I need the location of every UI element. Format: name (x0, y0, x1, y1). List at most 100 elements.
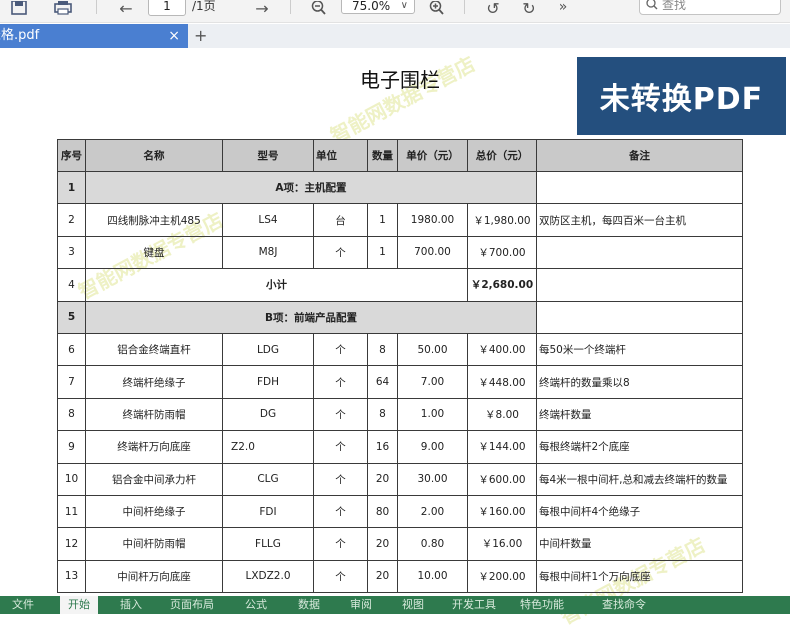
cell-note: 每根终端杆2个底座 (536, 430, 743, 464)
ribbon-tab-view[interactable]: 视图 (402, 596, 424, 614)
subtotal-value: ￥2,680.00 (467, 268, 537, 302)
cell-unit: 个 (313, 462, 368, 496)
table-row: 1 A项：主机配置 (57, 170, 743, 205)
cell-model: FDI (222, 494, 314, 529)
section-label: B项：前端产品配置 (85, 300, 537, 334)
next-page-icon[interactable]: → (250, 0, 274, 18)
new-tab-button[interactable]: + (194, 24, 207, 48)
more-tools-icon[interactable]: » (552, 0, 574, 15)
ribbon-tab-features[interactable]: 特色功能 (520, 596, 564, 614)
table-row: 11 中间杆绝缘子 FDI 个 80 2.00 ￥160.00 每根中间杆4个绝… (57, 494, 743, 529)
previous-page-icon[interactable]: ← (114, 0, 138, 18)
table-row: 4 小计 ￥2,680.00 (57, 268, 743, 302)
cell-name: 中间杆万向底座 (85, 559, 223, 594)
cell-unit: 个 (313, 397, 368, 432)
cell-no: 2 (57, 203, 86, 237)
cell-no: 3 (57, 235, 86, 270)
cell-price: 7.00 (397, 365, 468, 399)
search-input[interactable]: 查找 (639, 0, 781, 15)
price-table: 序号 名称 型号 单位 数量 单价（元） 总价（元） 备注 1 A项：主机配置 … (57, 139, 743, 594)
cell-note: 双防区主机，每四百米一台主机 (536, 203, 743, 237)
ribbon-tab-formula[interactable]: 公式 (245, 596, 267, 614)
table-header-row: 序号 名称 型号 单位 数量 单价（元） 总价（元） 备注 (57, 139, 743, 172)
column-header: 单位 (313, 139, 368, 172)
ribbon-tab-layout[interactable]: 页面布局 (170, 596, 214, 614)
cell-note: 每4米一根中间杆,总和减去终端杆的数量 (536, 462, 743, 496)
cell-note (536, 268, 743, 302)
ribbon-tab-review[interactable]: 审阅 (350, 596, 372, 614)
cell-model: M8J (222, 235, 314, 270)
cell-name: 终端杆万向底座 (85, 430, 223, 464)
cell-name: 终端杆防雨帽 (85, 397, 223, 432)
cell-model: CLG (222, 462, 314, 496)
cell-no: 4 (57, 268, 86, 302)
toolbar-divider (290, 0, 291, 14)
cell-name: 中间杆绝缘子 (85, 494, 223, 529)
cell-total: ￥600.00 (467, 462, 537, 496)
print-icon[interactable] (50, 0, 76, 16)
ribbon-tab-insert[interactable]: 插入 (120, 596, 142, 614)
cell-model: LS4 (222, 203, 314, 237)
toolbar: ← 1 /1页 → 75.0% ∨ ↺ ↻ » 查找 (0, 0, 790, 23)
cell-qty: 1 (367, 203, 398, 237)
column-header: 总价（元） (467, 139, 537, 172)
cell-model: Z2.0 (222, 430, 314, 464)
unconverted-pdf-banner[interactable]: 未转换PDF (577, 57, 786, 135)
cell-price: 10.00 (397, 559, 468, 594)
cell-unit: 个 (313, 430, 368, 464)
cell-note: 每根中间杆4个绝缘子 (536, 494, 743, 529)
column-header: 序号 (57, 139, 86, 172)
tab-document[interactable]: 表格.pdf × (0, 24, 188, 48)
cell-no: 1 (57, 170, 86, 205)
cell-name: 键盘 (85, 235, 223, 270)
ribbon-tab-data[interactable]: 数据 (298, 596, 320, 614)
cell-total: ￥16.00 (467, 527, 537, 561)
cell-no: 8 (57, 397, 86, 432)
save-icon[interactable] (8, 0, 30, 16)
page-number-input[interactable]: 1 (148, 0, 186, 16)
cell-no: 9 (57, 430, 86, 464)
zoom-out-icon[interactable] (308, 0, 330, 16)
cell-unit: 个 (313, 332, 368, 367)
cell-total: ￥160.00 (467, 494, 537, 529)
column-header: 单价（元） (397, 139, 468, 172)
cell-name: 中间杆防雨帽 (85, 527, 223, 561)
cell-qty: 16 (367, 430, 398, 464)
zoom-in-icon[interactable] (426, 0, 448, 16)
cell-price: 2.00 (397, 494, 468, 529)
close-icon[interactable]: × (168, 24, 180, 48)
ribbon-tab-home[interactable]: 开始 (60, 596, 98, 614)
cell-qty: 1 (367, 235, 398, 270)
cell-note (536, 170, 743, 205)
rotate-left-icon[interactable]: ↺ (482, 0, 504, 18)
ribbon-tab-file[interactable]: 文件 (12, 596, 34, 614)
toolbar-divider (464, 0, 465, 14)
cell-total: ￥400.00 (467, 332, 537, 367)
cell-name: 终端杆绝缘子 (85, 365, 223, 399)
table-row: 10 铝合金中间承力杆 CLG 个 20 30.00 ￥600.00 每4米一根… (57, 462, 743, 496)
zoom-select[interactable]: 75.0% ∨ (341, 0, 415, 14)
cell-total: ￥1,980.00 (467, 203, 537, 237)
table-row: 6 铝合金终端直杆 LDG 个 8 50.00 ￥400.00 每50米一个终端… (57, 332, 743, 367)
cell-unit: 个 (313, 494, 368, 529)
table-row: 8 终端杆防雨帽 DG 个 8 1.00 ￥8.00 终端杆数量 (57, 397, 743, 432)
cell-no: 12 (57, 527, 86, 561)
cell-qty: 8 (367, 397, 398, 432)
cell-price: 30.00 (397, 462, 468, 496)
cell-unit: 个 (313, 527, 368, 561)
cell-name: 铝合金中间承力杆 (85, 462, 223, 496)
table-row: 3 键盘 M8J 个 1 700.00 ￥700.00 (57, 235, 743, 270)
page-total-label: /1页 (192, 0, 216, 13)
cell-model: DG (222, 397, 314, 432)
search-placeholder: 查找 (662, 0, 687, 12)
ribbon-tab-developer[interactable]: 开发工具 (452, 596, 496, 614)
rotate-right-icon[interactable]: ↻ (518, 0, 540, 18)
cell-qty: 80 (367, 494, 398, 529)
table-row: 2 四线制脉冲主机485 LS4 台 1 1980.00 ￥1,980.00 双… (57, 203, 743, 237)
cell-model: LDG (222, 332, 314, 367)
table-row: 9 终端杆万向底座 Z2.0 个 16 9.00 ￥144.00 每根终端杆2个… (57, 430, 743, 464)
bottom-ribbon: 文件 开始 插入 页面布局 公式 数据 审阅 视图 开发工具 特色功能 查找命令 (0, 596, 790, 614)
cell-price: 9.00 (397, 430, 468, 464)
cell-qty: 8 (367, 332, 398, 367)
ribbon-search-command[interactable]: 查找命令 (602, 596, 646, 614)
